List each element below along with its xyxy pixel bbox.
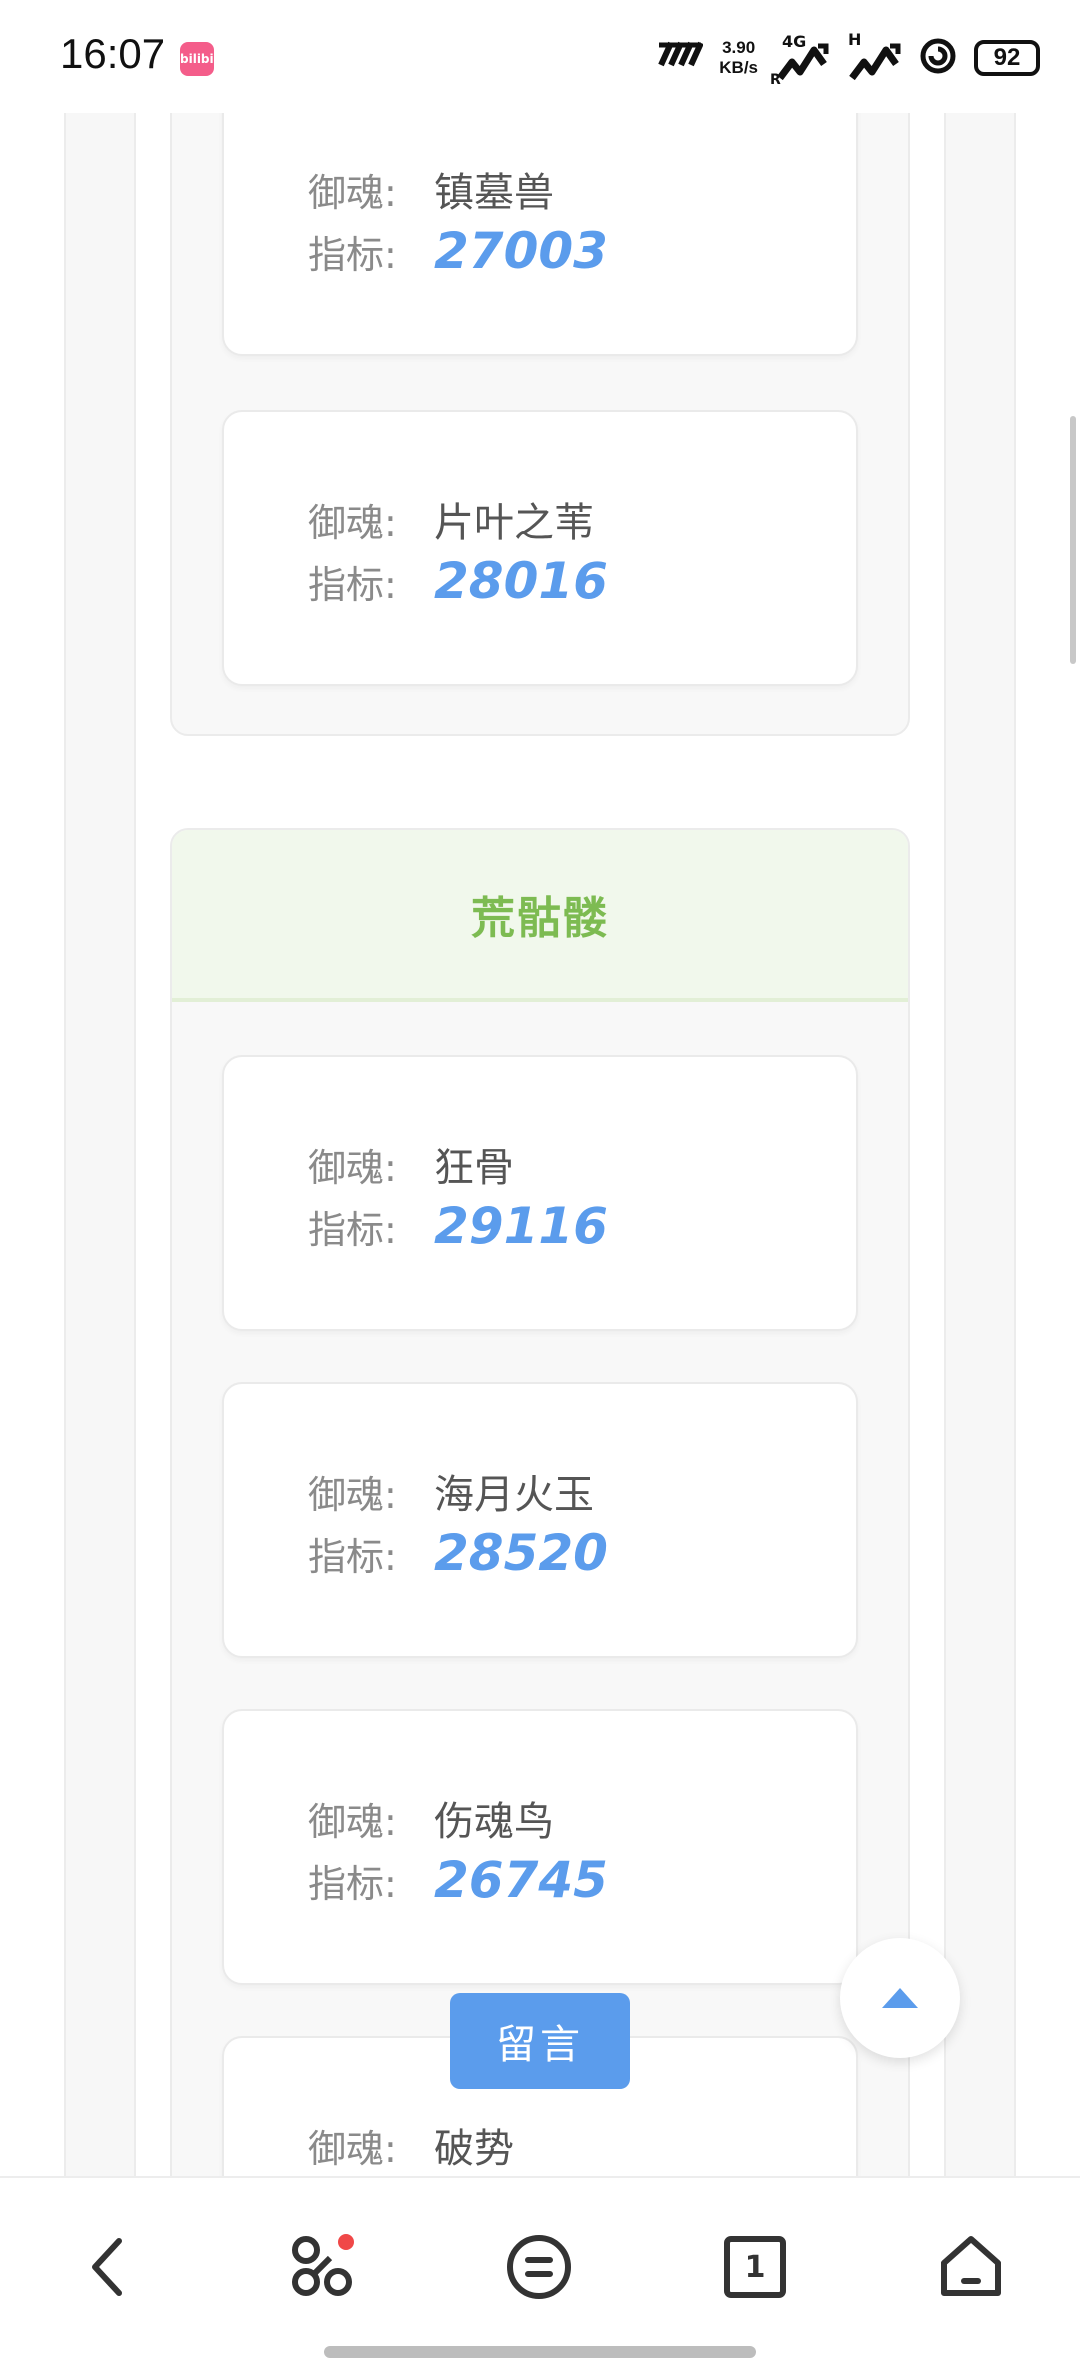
soul-label: 御魂: <box>308 1799 397 1844</box>
home-button[interactable] <box>926 2222 1016 2312</box>
soul-label: 御魂: <box>308 1145 397 1190</box>
section-title: 荒骷髅 <box>471 893 609 944</box>
soul-card[interactable]: 御魂: 镇墓兽 指标: 27003 <box>222 80 858 356</box>
metric-row: 指标: 28520 <box>308 1524 608 1582</box>
metric-value: 29116 <box>434 1197 608 1255</box>
back-button[interactable] <box>62 2222 152 2312</box>
soul-card[interactable]: 御魂: 海月火玉 指标: 28520 <box>222 1382 858 1658</box>
chevron-left-icon <box>92 2238 122 2296</box>
soul-label: 御魂: <box>308 2126 397 2171</box>
metric-value: 27003 <box>434 222 608 280</box>
gesture-home-bar[interactable] <box>324 2346 756 2358</box>
soul-row: 御魂: 海月火玉 <box>308 1462 594 1520</box>
soul-label: 御魂: <box>308 170 397 215</box>
signal-4g-icon: 4G R <box>770 32 830 88</box>
soul-label: 御魂: <box>308 1472 397 1517</box>
signal-h-icon: H <box>846 30 902 84</box>
metric-label: 指标: <box>308 1207 397 1252</box>
metric-label: 指标: <box>308 562 397 607</box>
status-icons: 3.90 KB/s 4G R H 92 <box>657 28 1040 88</box>
soul-label: 御魂: <box>308 500 397 545</box>
soul-card[interactable]: 御魂: 伤魂鸟 指标: 26745 <box>222 1709 858 1985</box>
soul-row: 御魂: 片叶之苇 <box>308 490 594 548</box>
metric-value: 28016 <box>434 552 608 610</box>
comment-button[interactable]: 留言 <box>450 1993 630 2089</box>
tabs-button[interactable]: 1 <box>710 2222 800 2312</box>
soul-card[interactable]: 御魂: 狂骨 指标: 29116 <box>222 1055 858 1331</box>
soul-row: 御魂: 镇墓兽 <box>308 160 554 218</box>
metric-label: 指标: <box>308 1534 397 1579</box>
metric-value: 26745 <box>434 1851 608 1909</box>
metric-row: 指标: 27003 <box>308 222 608 280</box>
wifi-icon <box>918 36 958 80</box>
soul-value: 镇墓兽 <box>434 170 554 216</box>
metric-row: 指标: 26745 <box>308 1851 608 1909</box>
soul-row: 御魂: 破势 <box>308 2116 514 2174</box>
metric-row: 指标: 29116 <box>308 1197 608 1255</box>
scroll-to-top-button[interactable] <box>840 1938 960 2058</box>
soul-value: 狂骨 <box>434 1145 514 1191</box>
battery-icon: 92 <box>974 40 1040 76</box>
status-time: 16:07 <box>60 30 166 77</box>
shortcuts-icon <box>292 2234 354 2296</box>
soul-value: 破势 <box>434 2126 514 2172</box>
soul-value: 海月火玉 <box>434 1472 594 1518</box>
scrollbar-thumb[interactable] <box>1070 416 1076 664</box>
app-notification-icon: bilibili <box>180 42 222 76</box>
browser-bottom-nav: 1 <box>0 2176 1080 2376</box>
metric-label: 指标: <box>308 232 397 277</box>
soul-value: 伤魂鸟 <box>434 1799 554 1845</box>
status-bar: 16:07 bilibili 3.90 KB/s 4G R H 92 <box>0 0 1080 113</box>
section-header: 荒骷髅 <box>172 830 908 1002</box>
metric-value: 28520 <box>434 1524 608 1582</box>
shortcuts-button[interactable] <box>278 2222 368 2312</box>
menu-button[interactable] <box>494 2222 584 2312</box>
metric-label: 指标: <box>308 1861 397 1906</box>
soul-row: 御魂: 狂骨 <box>308 1135 514 1193</box>
home-icon <box>941 2236 1001 2296</box>
arrow-up-icon <box>882 1988 918 2008</box>
soul-row: 御魂: 伤魂鸟 <box>308 1789 554 1847</box>
menu-icon <box>507 2235 571 2299</box>
tabs-count: 1 <box>744 2249 766 2285</box>
soul-card[interactable]: 御魂: 片叶之苇 指标: 28016 <box>222 410 858 686</box>
soul-value: 片叶之苇 <box>434 500 594 546</box>
network-speed: 3.90 KB/s <box>719 38 758 77</box>
nfc-icon <box>657 38 704 78</box>
metric-row: 指标: 28016 <box>308 552 608 610</box>
